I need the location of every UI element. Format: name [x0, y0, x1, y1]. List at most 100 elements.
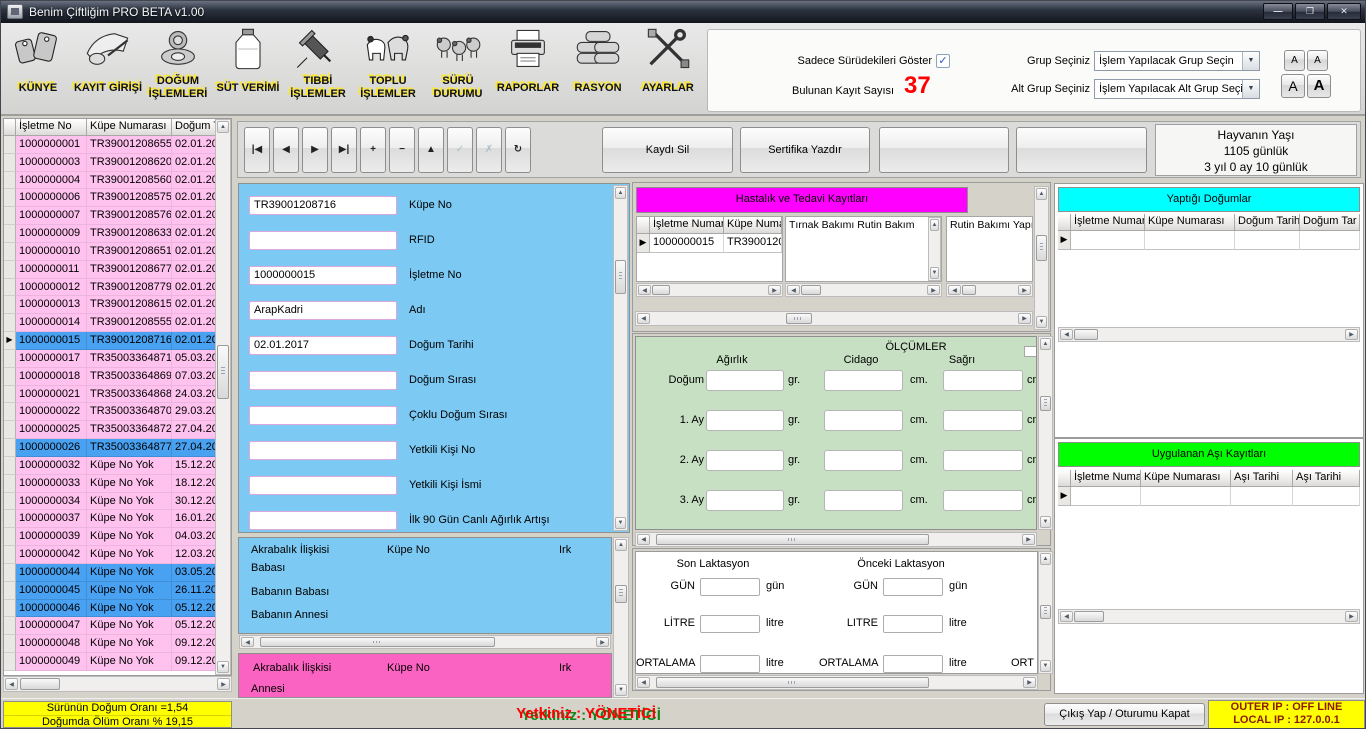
measure-input[interactable] [824, 410, 903, 431]
table-row[interactable]: 1000000032Küpe No Yok15.12.20 [4, 457, 231, 475]
scroll-thumb[interactable] [260, 637, 495, 647]
font-size-small-2-button[interactable]: A [1307, 50, 1328, 71]
health-memo-result[interactable]: Rutin Bakımı Yapı [946, 216, 1033, 282]
table-row[interactable]: 1000000045Küpe No Yok26.11.20 [4, 582, 231, 600]
measure-input[interactable] [943, 370, 1023, 391]
toolbar-button-suru-durumu[interactable]: SÜRÜ DURUMU [423, 24, 493, 114]
measure-input[interactable] [706, 450, 784, 471]
lactation-current-input[interactable] [700, 578, 760, 596]
table-row[interactable]: 1000000013TR3900120861502.01.20 [4, 296, 231, 314]
toolbar-button-toplu-islemler[interactable]: TOPLU İŞLEMLER [353, 24, 423, 114]
scroll-down-arrow-icon[interactable]: ▼ [615, 684, 627, 696]
table-row[interactable]: 1000000009TR3900120863302.01.20 [4, 225, 231, 243]
toolbar-button-rasyon[interactable]: RASYON [563, 24, 633, 114]
restore-button[interactable]: ❐ [1295, 3, 1325, 20]
table-row[interactable]: 1000000001TR3900120865502.01.20 [4, 136, 231, 154]
scroll-right-arrow-icon[interactable]: ▶ [596, 637, 609, 647]
scroll-down-arrow-icon[interactable]: ▼ [615, 517, 626, 529]
nav-prior-button[interactable]: ◀ [273, 127, 299, 173]
measure-input[interactable] [824, 450, 903, 471]
measure-input[interactable] [824, 370, 903, 391]
column-header[interactable]: Doğum Tar [1300, 214, 1360, 231]
lactation-previous-input[interactable] [883, 578, 943, 596]
blank-action-button-1[interactable] [879, 127, 1009, 173]
identity-form-vertical-scrollbar[interactable]: ▲▼ [613, 185, 628, 531]
font-size-small-button[interactable]: A [1284, 50, 1305, 71]
table-row[interactable]: 1000000034Küpe No Yok30.12.20 [4, 493, 231, 511]
input-coklu-dogum-sirasi[interactable] [249, 406, 397, 425]
nav-next-button[interactable]: ▶ [302, 127, 328, 173]
close-button[interactable]: ✕ [1327, 3, 1361, 20]
nav-insert-button[interactable]: + [360, 127, 386, 173]
input-dogum-sirasi[interactable] [249, 371, 397, 390]
input-kupe-no[interactable]: TR39001208716 [249, 196, 397, 215]
table-row[interactable]: 1000000048Küpe No Yok09.12.20 [4, 635, 231, 653]
column-header-kupe-numarasi[interactable]: Küpe Numarası [87, 119, 172, 136]
logout-button[interactable]: Çıkış Yap / Oturumu Kapat [1044, 703, 1205, 726]
column-header[interactable]: Aşı Tarihi [1231, 470, 1293, 487]
scroll-right-arrow-icon[interactable]: ▶ [1023, 677, 1036, 688]
nav-first-button[interactable]: |◀ [244, 127, 270, 173]
health-grid-horizontal-scrollbar[interactable]: ◀▶ [636, 283, 783, 297]
table-row[interactable]: 1000000033Küpe No Yok18.12.20 [4, 475, 231, 493]
scroll-left-arrow-icon[interactable]: ◀ [1060, 611, 1073, 622]
measure-input[interactable] [706, 370, 784, 391]
table-row[interactable]: 1000000049Küpe No Yok09.12.20 [4, 653, 231, 671]
measure-input[interactable] [706, 490, 784, 511]
measure-input[interactable] [943, 410, 1023, 431]
lactation-previous-input[interactable] [883, 615, 943, 633]
vaccines-horizontal-scrollbar[interactable]: ◀▶ [1058, 609, 1360, 624]
scroll-down-arrow-icon[interactable]: ▼ [1036, 316, 1047, 328]
input-rfid[interactable] [249, 231, 397, 250]
measurements-horizontal-scrollbar[interactable]: ◀▶ [635, 532, 1037, 547]
input-isletme-no[interactable]: 1000000015 [249, 266, 397, 285]
column-header[interactable]: İşletme Numara [1071, 214, 1145, 231]
column-header[interactable]: Doğum Tarihi [1235, 214, 1300, 231]
health-section-horizontal-scrollbar[interactable]: ◀▶ [635, 311, 1033, 326]
scroll-thumb[interactable] [217, 345, 229, 399]
births-horizontal-scrollbar[interactable]: ◀▶ [1058, 327, 1360, 342]
table-row[interactable]: 1000000012TR3900120877902.01.20 [4, 279, 231, 297]
table-row[interactable]: 1000000042Küpe No Yok12.03.20 [4, 546, 231, 564]
toolbar-button-dogum-islemleri[interactable]: DOĞUM İŞLEMLERİ [143, 24, 213, 114]
input-dogum-tarihi[interactable]: 02.01.2017 [249, 336, 397, 355]
lactation-current-input[interactable] [700, 655, 760, 673]
scroll-left-arrow-icon[interactable]: ◀ [637, 313, 650, 324]
toolbar-button-kunye[interactable]: KÜNYE [3, 24, 73, 114]
table-row[interactable]: 1000000010TR3900120865102.01.20 [4, 243, 231, 261]
scroll-left-arrow-icon[interactable]: ◀ [1060, 329, 1073, 340]
table-row[interactable]: 1000000037Küpe No Yok16.01.20 [4, 510, 231, 528]
input-yetkili-kisi-ismi[interactable] [249, 476, 397, 495]
table-row[interactable]: 1000000026TR3500336487727.04.20 [4, 439, 231, 457]
scroll-left-arrow-icon[interactable]: ◀ [638, 285, 651, 295]
scroll-thumb[interactable] [1036, 235, 1047, 261]
scroll-right-arrow-icon[interactable]: ▶ [927, 285, 940, 295]
scroll-up-arrow-icon[interactable]: ▲ [1040, 338, 1051, 350]
scroll-up-arrow-icon[interactable]: ▲ [615, 539, 627, 551]
scroll-thumb[interactable] [20, 678, 60, 690]
animal-table-vertical-scrollbar[interactable]: ▲▼ [215, 119, 231, 675]
table-row[interactable]: 1000000025TR3500336487227.04.20 [4, 421, 231, 439]
font-size-large-bold-button[interactable]: A [1307, 74, 1331, 98]
scroll-down-arrow-icon[interactable]: ▼ [1040, 516, 1051, 528]
delete-record-button[interactable]: Kaydı Sil [602, 127, 733, 173]
scroll-right-arrow-icon[interactable]: ▶ [1022, 534, 1035, 545]
scroll-left-arrow-icon[interactable]: ◀ [5, 678, 18, 690]
input-ilk-90-gun-canli-agirlik-artisi[interactable] [249, 511, 397, 530]
table-row[interactable]: 1000000022TR3500336487029.03.20 [4, 403, 231, 421]
chevron-down-icon[interactable]: ▼ [1242, 80, 1259, 98]
measurements-option-box[interactable] [1024, 346, 1037, 357]
scroll-up-arrow-icon[interactable]: ▲ [1040, 553, 1051, 565]
pedigree-horizontal-scrollbar[interactable]: ◀▶ [239, 635, 611, 649]
grid-row[interactable]: ▶ [1058, 487, 1360, 506]
table-row[interactable]: 1000000021TR3500336486824.03.20 [4, 386, 231, 404]
scroll-down-arrow-icon[interactable]: ▼ [1040, 660, 1051, 672]
scroll-right-arrow-icon[interactable]: ▶ [1018, 285, 1031, 295]
health-memo-vertical-scrollbar[interactable]: ▲▼ [928, 217, 941, 281]
column-header-isletme-no[interactable]: İşletme No [16, 119, 87, 136]
scroll-up-arrow-icon[interactable]: ▲ [217, 121, 229, 133]
column-header[interactable]: Küpe Numarası [1141, 470, 1231, 487]
pedigree-vertical-scrollbar[interactable]: ▲▼ [613, 537, 629, 698]
scroll-thumb[interactable] [656, 534, 929, 545]
scroll-up-arrow-icon[interactable]: ▲ [930, 219, 939, 231]
